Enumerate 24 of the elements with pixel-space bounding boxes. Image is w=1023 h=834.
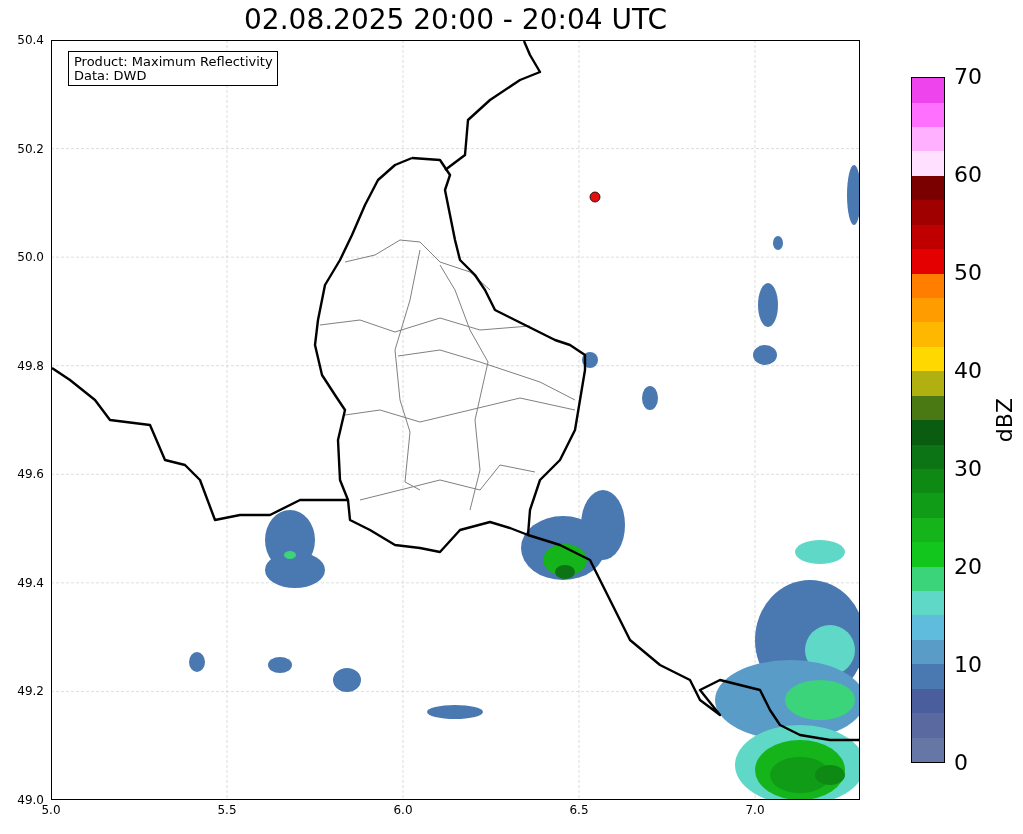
colorbar-label: dBZ <box>993 397 1017 443</box>
axis-tick-label: 6.5 <box>569 802 589 817</box>
colorbar-tick-label: 10 <box>953 653 982 677</box>
axis-tick-label: 50.0 <box>17 250 45 265</box>
colorbar-tick-label: 0 <box>953 751 968 775</box>
colorbar-tick-label: 70 <box>953 65 982 89</box>
colorbar-tick-label: 60 <box>953 163 982 187</box>
axis-tick-label: 5.5 <box>217 802 237 817</box>
chart-title: 02.08.2025 20:00 - 20:04 UTC <box>243 2 668 38</box>
axis-tick-label: 6.0 <box>393 802 413 817</box>
colorbar-tick-label: 50 <box>953 261 982 285</box>
location-marker <box>589 191 601 203</box>
axis-tick-label: 49.6 <box>17 467 45 482</box>
colorbar-tick-label: 40 <box>953 359 982 383</box>
info-text: Product: Maximum Reflectivity <box>74 55 273 69</box>
colorbar-tick-label: 20 <box>953 555 982 579</box>
colorbar-tick-label: 30 <box>953 457 982 481</box>
axis-tick-label: 49.2 <box>17 684 45 699</box>
axis-tick-label: 49.4 <box>17 575 45 590</box>
axis-tick-label: 50.4 <box>17 33 45 47</box>
axis-tick-label: 50.2 <box>17 141 45 156</box>
axis-tick-label: 7.0 <box>745 802 765 817</box>
axis-tick-label: 49.8 <box>17 358 45 373</box>
info-text: Data: DWD <box>74 69 148 83</box>
